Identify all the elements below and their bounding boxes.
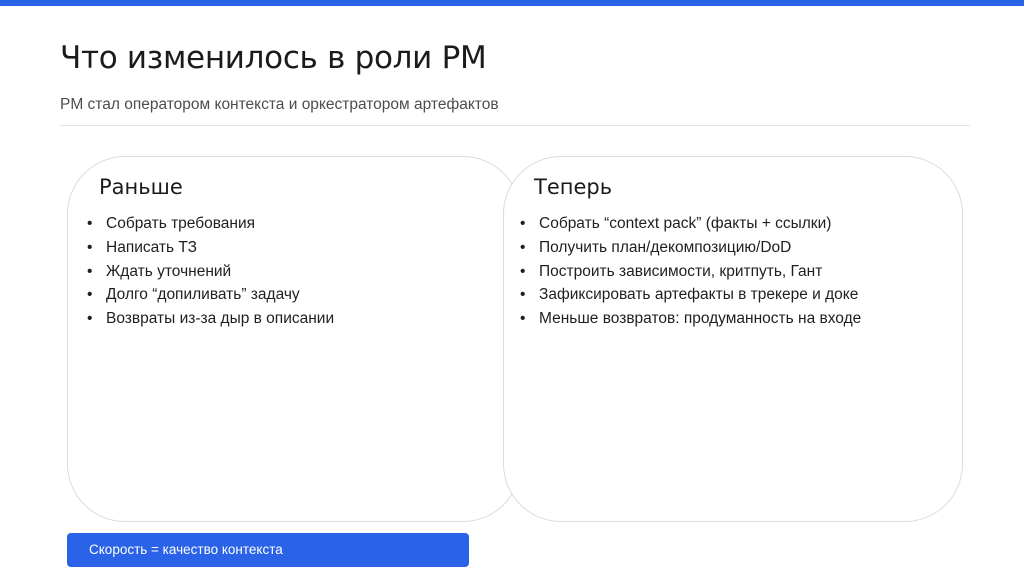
before-list: Собрать требования Написать ТЗ Ждать уто… [87,212,334,331]
after-list-item: Получить план/декомпозицию/DoD [520,236,861,260]
slide-subtitle: PM стал оператором контекста и оркестрат… [60,96,499,113]
before-heading: Раньше [99,175,183,199]
slide: Что изменилось в роли PM PM стал операто… [0,0,1024,574]
top-accent-bar [0,0,1024,6]
after-panel: Теперь Собрать “context pack” (факты + с… [503,156,963,522]
after-list: Собрать “context pack” (факты + ссылки) … [520,212,861,331]
before-panel: Раньше Собрать требования Написать ТЗ Жд… [67,156,521,522]
before-list-item: Возвраты из-за дыр в описании [87,307,334,331]
after-list-item: Зафиксировать артефакты в трекере и доке [520,283,861,307]
title-divider [60,125,970,126]
before-list-item: Ждать уточнений [87,260,334,284]
after-list-item: Построить зависимости, критпуть, Гант [520,260,861,284]
before-list-item: Собрать требования [87,212,334,236]
before-list-item: Долго “допиливать” задачу [87,283,334,307]
after-heading: Теперь [534,175,613,199]
after-list-item: Меньше возвратов: продуманность на входе [520,307,861,331]
after-list-item: Собрать “context pack” (факты + ссылки) [520,212,861,236]
before-list-item: Написать ТЗ [87,236,334,260]
slide-title: Что изменилось в роли PM [60,40,487,76]
key-takeaway-callout: Скорость = качество контекста [67,533,469,567]
